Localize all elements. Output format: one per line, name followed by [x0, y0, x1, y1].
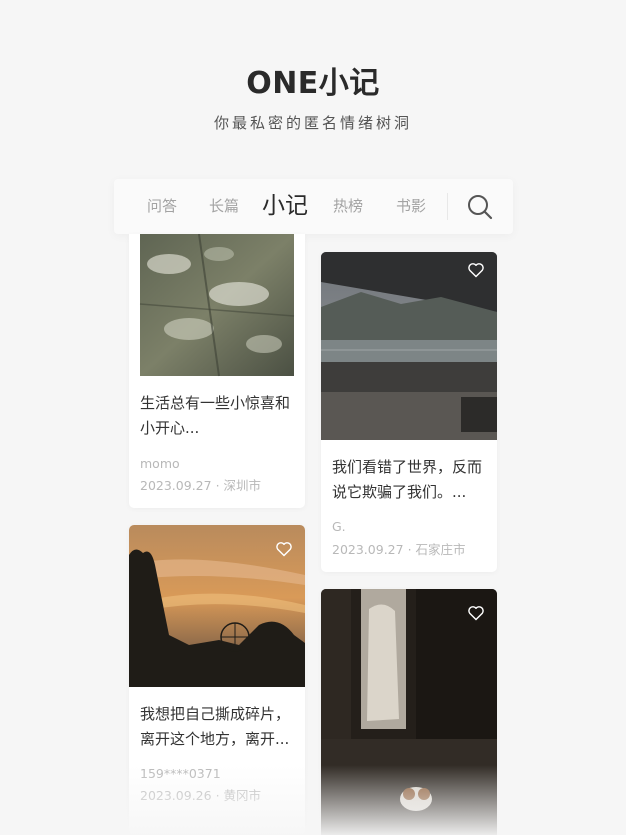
category-tab-bar: 问答 长篇 小记 热榜 书影	[114, 179, 513, 234]
note-date: 2023.09.27	[140, 478, 212, 493]
bottom-fade-overlay	[0, 765, 626, 835]
meta-separator: ·	[215, 788, 220, 803]
app-header: ONE小记 你最私密的匿名情绪树洞	[0, 58, 626, 133]
note-meta: 2023.09.27 · 石家庄市	[332, 539, 466, 558]
note-card[interactable]: 我们看错了世界，反而 说它欺骗了我们。... G. 2023.09.27 · 石…	[321, 252, 497, 572]
app-subtitle: 你最私密的匿名情绪树洞	[213, 114, 412, 132]
note-location: 深圳市	[223, 478, 262, 493]
note-card[interactable]: 我想把自己撕成碎片， 离开这个地方，离开... 159****0371 2023…	[129, 525, 305, 835]
note-card[interactable]	[321, 589, 497, 835]
heart-outline-icon[interactable]	[275, 541, 293, 557]
note-location: 黄冈市	[223, 788, 262, 803]
meta-separator: ·	[215, 478, 220, 493]
tab-long-article[interactable]: 长篇	[209, 179, 239, 234]
note-text-line: 说它欺骗了我们。...	[332, 483, 467, 501]
tab-qa[interactable]: 问答	[147, 179, 177, 234]
tab-hot-list[interactable]: 热榜	[333, 179, 363, 234]
note-date: 2023.09.26	[140, 788, 212, 803]
note-author: 159****0371	[140, 766, 221, 781]
meta-separator: ·	[407, 542, 412, 557]
note-text-line: 离开这个地方，离开...	[140, 730, 290, 748]
note-text-line: 我想把自己撕成碎片，	[140, 705, 291, 723]
note-meta: 2023.09.26 · 黄冈市	[140, 785, 261, 804]
tab-divider	[447, 193, 448, 220]
note-author: momo	[140, 456, 180, 471]
note-card[interactable]: 生活总有一些小惊喜和 小开心... momo 2023.09.27 · 深圳市	[129, 234, 305, 508]
note-text-line: 我们看错了世界，反而	[332, 458, 483, 476]
note-meta: 2023.09.27 · 深圳市	[140, 475, 261, 494]
note-text-line: 小开心...	[140, 419, 200, 437]
heart-outline-icon[interactable]	[467, 262, 485, 278]
note-location: 石家庄市	[415, 542, 466, 557]
note-image	[321, 252, 497, 440]
search-button[interactable]	[466, 193, 494, 221]
heart-outline-icon[interactable]	[467, 605, 485, 621]
note-text-line: 生活总有一些小惊喜和	[140, 394, 291, 412]
search-icon	[468, 195, 493, 220]
note-author: G.	[332, 519, 346, 534]
note-image	[139, 234, 295, 377]
note-date: 2023.09.27	[332, 542, 404, 557]
app-title: ONE小记	[246, 66, 380, 101]
tab-books-films[interactable]: 书影	[396, 179, 426, 234]
note-image	[321, 589, 497, 835]
tab-notes[interactable]: 小记	[262, 179, 308, 234]
